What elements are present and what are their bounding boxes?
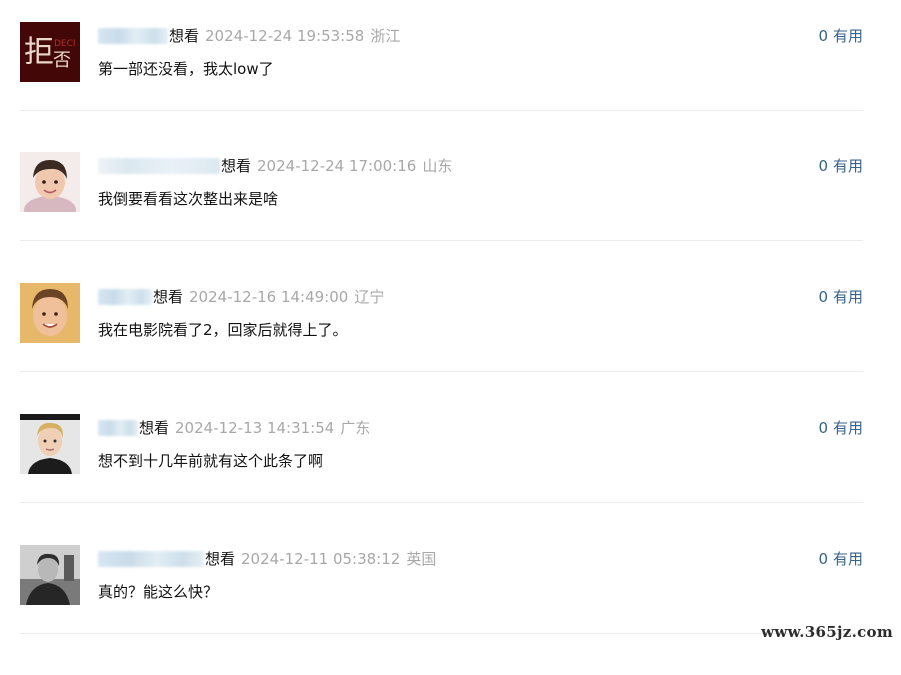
- status-label: 想看: [221, 157, 252, 175]
- svg-text:拒: 拒: [24, 35, 54, 70]
- divider: [20, 502, 863, 503]
- comment-text: 我在电影院看了2，回家后就得上了。: [98, 321, 348, 339]
- comment-text: 想不到十几年前就有这个此条了啊: [98, 452, 324, 470]
- bw-man-avatar-icon: [20, 545, 80, 605]
- comment-item: 拒 DECI 否 想看 2024-12-24 19:53:58 浙江 0 有用 第…: [20, 22, 863, 152]
- comment-list: 拒 DECI 否 想看 2024-12-24 19:53:58 浙江 0 有用 第…: [0, 0, 901, 651]
- username-blurred[interactable]: [98, 289, 152, 305]
- avatar[interactable]: [20, 283, 80, 343]
- comment-time: 2024-12-13 14:31:54: [175, 419, 335, 437]
- useful-vote: 0 有用: [818, 155, 863, 177]
- avatar[interactable]: 拒 DECI 否: [20, 22, 80, 82]
- useful-button[interactable]: 有用: [833, 419, 863, 437]
- comment-item: 想看 2024-12-11 05:38:12 英国 0 有用 真的？能这么快？: [20, 545, 863, 675]
- comment-time: 2024-12-24 17:00:16: [257, 157, 417, 175]
- useful-vote: 0 有用: [818, 286, 863, 308]
- comment-time: 2024-12-11 05:38:12: [241, 550, 401, 568]
- boy-portrait-avatar-icon: [20, 283, 80, 343]
- useful-vote: 0 有用: [818, 417, 863, 439]
- divider: [20, 240, 863, 241]
- blond-man-avatar-icon: [20, 414, 80, 474]
- comment-text: 我倒要看看这次整出来是啥: [98, 190, 279, 208]
- comment-meta: 想看 2024-12-11 05:38:12 英国: [98, 548, 436, 570]
- avatar[interactable]: [20, 414, 80, 474]
- username-blurred[interactable]: [98, 551, 204, 567]
- useful-count: 0: [818, 419, 828, 437]
- comment-meta: 想看 2024-12-24 17:00:16 山东: [98, 155, 452, 177]
- useful-button[interactable]: 有用: [833, 27, 863, 45]
- comment-item: 想看 2024-12-24 17:00:16 山东 0 有用 我倒要看看这次整出来…: [20, 152, 863, 282]
- comment-item: 想看 2024-12-16 14:49:00 辽宁 0 有用 我在电影院看了2，回…: [20, 283, 863, 413]
- comment-location: 浙江: [370, 27, 401, 45]
- comment-location: 山东: [422, 157, 453, 175]
- status-label: 想看: [139, 419, 170, 437]
- useful-button[interactable]: 有用: [833, 157, 863, 175]
- comment-location: 辽宁: [354, 288, 385, 306]
- comment-meta: 想看 2024-12-16 14:49:00 辽宁: [98, 286, 384, 308]
- divider: [20, 633, 863, 634]
- child-portrait-avatar-icon: [20, 152, 80, 212]
- reject-poster-avatar-icon: 拒 DECI 否: [20, 22, 80, 82]
- useful-vote: 0 有用: [818, 548, 863, 570]
- useful-count: 0: [818, 27, 828, 45]
- useful-vote: 0 有用: [818, 25, 863, 47]
- comment-meta: 想看 2024-12-13 14:31:54 广东: [98, 417, 370, 439]
- status-label: 想看: [153, 288, 184, 306]
- status-label: 想看: [205, 550, 236, 568]
- avatar[interactable]: [20, 545, 80, 605]
- useful-button[interactable]: 有用: [833, 288, 863, 306]
- site-watermark: www.365jz.com: [761, 623, 893, 641]
- useful-count: 0: [818, 288, 828, 306]
- comment-location: 英国: [406, 550, 437, 568]
- status-label: 想看: [169, 27, 200, 45]
- divider: [20, 371, 863, 372]
- useful-count: 0: [818, 550, 828, 568]
- comment-time: 2024-12-16 14:49:00: [189, 288, 349, 306]
- comment-item: 想看 2024-12-13 14:31:54 广东 0 有用 想不到十几年前就有这…: [20, 414, 863, 544]
- username-blurred[interactable]: [98, 28, 168, 44]
- divider: [20, 110, 863, 111]
- svg-text:DECI: DECI: [54, 39, 76, 49]
- useful-count: 0: [818, 157, 828, 175]
- useful-button[interactable]: 有用: [833, 550, 863, 568]
- comment-text: 真的？能这么快？: [98, 583, 219, 601]
- comment-time: 2024-12-24 19:53:58: [205, 27, 365, 45]
- comment-meta: 想看 2024-12-24 19:53:58 浙江: [98, 25, 400, 47]
- username-blurred[interactable]: [98, 420, 138, 436]
- username-blurred[interactable]: [98, 158, 220, 174]
- svg-text:否: 否: [53, 50, 71, 71]
- comment-location: 广东: [340, 419, 371, 437]
- avatar[interactable]: [20, 152, 80, 212]
- comment-text: 第一部还没看，我太low了: [98, 60, 274, 78]
